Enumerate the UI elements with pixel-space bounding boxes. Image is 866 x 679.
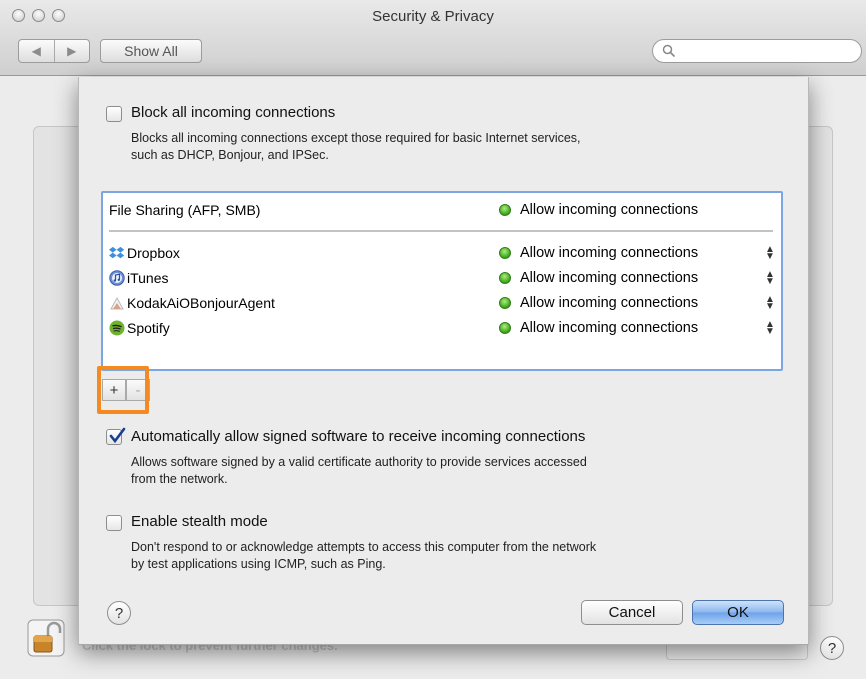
app-status[interactable]: Allow incoming connections (499, 295, 698, 311)
background-help-button[interactable]: ? (820, 636, 844, 660)
signed-software-desc-line2: from the network. (131, 472, 228, 486)
window-titlebar: Security & Privacy ◀ ▶ Show All (0, 0, 866, 76)
app-name: iTunes (109, 270, 169, 286)
firewall-options-sheet: Block all incoming connections Blocks al… (78, 77, 809, 645)
list-item[interactable]: Dropbox Allow incoming connections ▲ ▼ (109, 242, 775, 264)
show-all-button[interactable]: Show All (100, 39, 202, 63)
signed-software-desc-line1: Allows software signed by a valid certif… (131, 455, 587, 469)
app-name-text: iTunes (127, 270, 169, 286)
app-name-text: Dropbox (127, 245, 180, 261)
search-input[interactable] (652, 39, 862, 63)
stealth-desc-line2: by test applications using ICMP, such as… (131, 557, 386, 571)
itunes-icon (109, 270, 125, 286)
status-stepper-icon[interactable]: ▲ ▼ (765, 320, 775, 337)
service-status-text: Allow incoming connections (520, 202, 699, 218)
status-stepper-icon[interactable]: ▲ ▼ (765, 270, 775, 287)
block-all-description: Blocks all incoming connections except t… (131, 130, 581, 164)
spotify-icon (109, 320, 125, 336)
stealth-mode-checkbox[interactable] (106, 515, 122, 531)
app-status-text: Allow incoming connections (520, 245, 699, 261)
search-icon (662, 44, 676, 58)
checkmark-icon (109, 427, 126, 444)
stealth-mode-label: Enable stealth mode (131, 513, 268, 530)
app-status-text: Allow incoming connections (520, 320, 699, 336)
service-row[interactable]: File Sharing (AFP, SMB) Allow incoming c… (109, 199, 773, 221)
list-item[interactable]: KodakAiOBonjourAgent Allow incoming conn… (109, 292, 775, 314)
list-divider (109, 230, 773, 232)
app-status-text: Allow incoming connections (520, 270, 699, 286)
status-green-dot-icon (499, 297, 511, 309)
block-all-label: Block all incoming connections (131, 104, 336, 121)
block-all-checkbox[interactable] (106, 106, 122, 122)
status-green-dot-icon (499, 204, 511, 216)
dropbox-icon (109, 246, 125, 259)
signed-software-description: Allows software signed by a valid certif… (131, 454, 587, 488)
help-button[interactable]: ? (107, 601, 131, 625)
stealth-mode-description: Don't respond to or acknowledge attempts… (131, 539, 596, 573)
app-name: Dropbox (109, 245, 180, 261)
cancel-button[interactable]: Cancel (581, 600, 683, 625)
status-green-dot-icon (499, 322, 511, 334)
back-forward-control: ◀ ▶ (18, 39, 90, 63)
app-name: Spotify (109, 320, 170, 336)
add-button-highlight (97, 366, 149, 414)
status-stepper-icon[interactable]: ▲ ▼ (765, 245, 775, 262)
back-arrow-icon[interactable]: ◀ (19, 40, 54, 62)
app-status[interactable]: Allow incoming connections (499, 320, 698, 336)
ok-button[interactable]: OK (692, 600, 784, 625)
forward-arrow-icon[interactable]: ▶ (53, 40, 90, 62)
status-green-dot-icon (499, 247, 511, 259)
app-name-text: KodakAiOBonjourAgent (127, 295, 275, 311)
applications-list[interactable]: File Sharing (AFP, SMB) Allow incoming c… (101, 191, 783, 371)
window-title: Security & Privacy (372, 8, 494, 25)
app-status[interactable]: Allow incoming connections (499, 245, 698, 261)
kodak-icon (110, 296, 124, 310)
stealth-desc-line1: Don't respond to or acknowledge attempts… (131, 540, 597, 554)
service-name: File Sharing (AFP, SMB) (109, 202, 261, 218)
service-status: Allow incoming connections (499, 202, 698, 218)
block-all-desc-line1: Blocks all incoming connections except t… (131, 131, 581, 145)
signed-software-checkbox[interactable] (106, 427, 126, 445)
app-status-text: Allow incoming connections (520, 295, 699, 311)
list-item[interactable]: iTunes Allow incoming connections ▲ ▼ (109, 267, 775, 289)
app-status[interactable]: Allow incoming connections (499, 270, 698, 286)
lock-icon[interactable] (26, 618, 66, 658)
list-item[interactable]: Spotify Allow incoming connections ▲ ▼ (109, 317, 775, 339)
status-green-dot-icon (499, 272, 511, 284)
block-all-desc-line2: such as DHCP, Bonjour, and IPSec. (131, 148, 329, 162)
status-stepper-icon[interactable]: ▲ ▼ (765, 295, 775, 312)
app-name: KodakAiOBonjourAgent (109, 295, 275, 311)
signed-software-label: Automatically allow signed software to r… (131, 428, 586, 445)
app-name-text: Spotify (127, 320, 170, 336)
